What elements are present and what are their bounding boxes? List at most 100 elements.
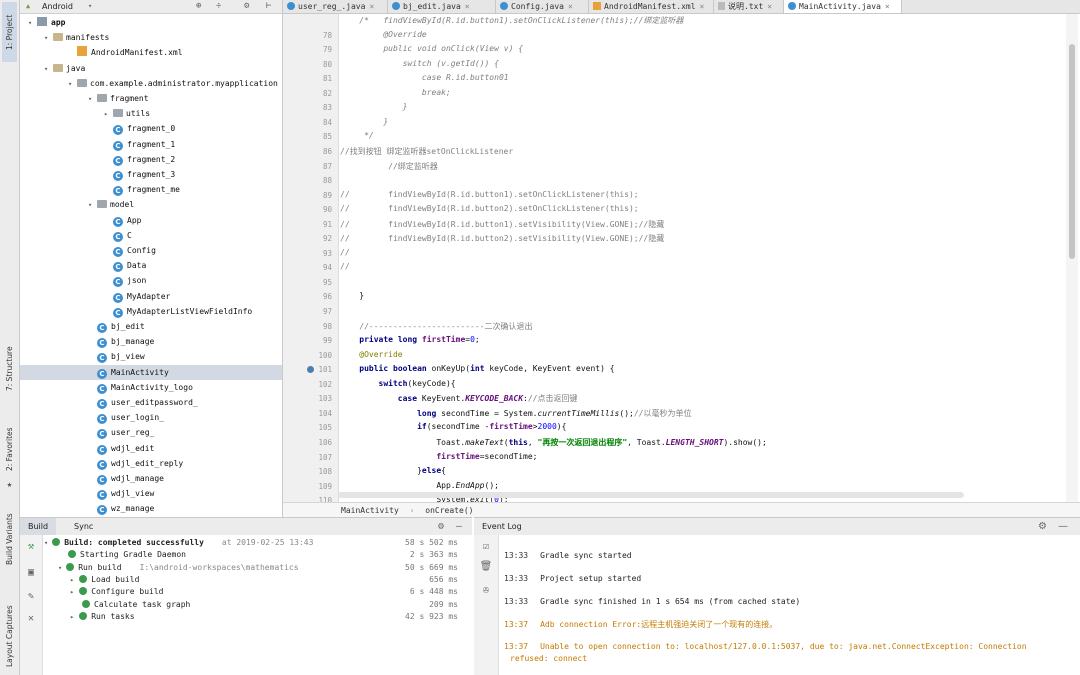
collapse-icon[interactable]: ÷ <box>216 0 221 13</box>
tree-item[interactable]: C Config <box>20 243 156 258</box>
tree-item[interactable]: ▾ model <box>20 197 134 212</box>
code-line[interactable]: public void onClick(View v) { <box>340 44 523 53</box>
code-line[interactable]: // <box>340 248 350 257</box>
code-line[interactable]: long secondTime = System.currentTimeMill… <box>340 408 691 419</box>
code-line[interactable]: Toast.makeText(this, "再按一次返回退出程序", Toast… <box>340 437 767 448</box>
code-line[interactable]: // findViewById(R.id.button1).setVisibil… <box>340 219 664 230</box>
tool-tab-project[interactable]: 1: Project <box>2 2 17 62</box>
tree-item[interactable]: Cbj_view <box>20 349 145 364</box>
tool-tab-build-variants[interactable]: Build Variants <box>2 505 17 573</box>
event-message[interactable]: Unable to open connection to: localhost/… <box>540 642 1026 651</box>
wrench-icon[interactable]: ✇ <box>479 585 493 596</box>
code-line[interactable]: } <box>340 102 408 111</box>
hide-panel-icon[interactable]: ⊢ <box>266 0 271 13</box>
tree-item[interactable]: C MyAdapterListViewFieldInfo <box>20 304 252 319</box>
tree-item[interactable]: Cuser_login_ <box>20 410 164 425</box>
build-row[interactable]: ▾ Build: completed successfully at 2019-02… <box>20 537 472 549</box>
minimize-icon[interactable]: — <box>1058 518 1068 535</box>
code-editor[interactable]: 78 79 80 81 82 83 84 85 86 87 88 89 90 91 92 93 94 95 96 97… <box>283 14 1080 502</box>
view-selector[interactable]: Android <box>42 0 73 13</box>
close-icon[interactable]: × <box>369 2 374 11</box>
sync-target-icon[interactable]: ⊕ <box>196 0 201 13</box>
event-message[interactable]: Adb connection Error:远程主机强迫关闭了一个现有的连接。 <box>540 620 777 629</box>
tree-item[interactable]: C MainActivity_logo <box>20 380 193 395</box>
editor-tab[interactable]: Config.java × <box>496 0 589 13</box>
build-row[interactable]: ▸ Run tasks 42 s 923 ms <box>20 611 472 623</box>
chevron-right-icon[interactable]: ▸ <box>70 588 74 596</box>
code-line[interactable]: /* findViewById(R.id.button1).setOnClick… <box>340 15 683 26</box>
tree-item[interactable]: Cwz_manage <box>20 501 154 516</box>
mark-read-icon[interactable]: ☑ <box>479 541 493 552</box>
tree-item[interactable]: C MyAdapter <box>20 289 170 304</box>
chevron-down-icon[interactable]: ▾ <box>44 31 53 46</box>
tree-item[interactable]: ▸ utils <box>20 106 150 121</box>
chevron-down-icon[interactable]: ▾ <box>68 77 77 92</box>
tree-item[interactable]: Cwdjl_edit <box>20 441 154 456</box>
tree-item[interactable]: Cuser_reg_ <box>20 425 154 440</box>
chevron-down-icon[interactable]: ▾ <box>58 564 62 572</box>
close-icon[interactable]: ✕ <box>24 613 38 624</box>
close-icon[interactable]: × <box>568 2 573 11</box>
minimize-icon[interactable]: — <box>456 518 462 535</box>
code-line[interactable]: private long firstTime=0; <box>340 335 479 344</box>
tree-item[interactable]: Cfragment_3 <box>20 167 175 182</box>
tree-item[interactable]: Cfragment_0 <box>20 121 175 136</box>
tree-item[interactable]: Cjson <box>20 273 146 288</box>
tab-build[interactable]: Build <box>20 518 57 535</box>
code-line[interactable]: // findViewById(R.id.button2).setOnClick… <box>340 204 639 213</box>
code-line[interactable]: break; <box>340 88 451 97</box>
toggle-view-icon[interactable]: ▣ <box>24 567 38 578</box>
tool-tab-favorites[interactable]: 2: Favorites <box>2 420 17 478</box>
build-row[interactable]: ▾ Run build I:\android-workspaces\mathemat… <box>20 562 472 574</box>
chevron-right-icon[interactable]: ▸ <box>70 576 74 584</box>
editor-tab[interactable]: bj_edit.java × <box>388 0 496 13</box>
code-line[interactable]: switch(keyCode){ <box>340 379 456 388</box>
tree-item[interactable]: Cfragment_1 <box>20 137 175 152</box>
code-line[interactable]: } <box>340 117 388 126</box>
code-line[interactable]: public boolean onKeyUp(int keyCode, KeyE… <box>340 364 614 373</box>
tree-item[interactable]: Cfragment_2 <box>20 152 175 167</box>
gear-icon[interactable]: ⚙ <box>1038 518 1047 535</box>
code-line[interactable]: // findViewById(R.id.button2).setVisibil… <box>340 233 664 244</box>
tab-sync[interactable]: Sync <box>66 518 101 535</box>
code-line[interactable]: //绑定监听器 <box>340 161 438 172</box>
editor-tab[interactable]: 说明.txt × <box>714 0 784 13</box>
code-line[interactable]: } <box>340 291 364 300</box>
code-line[interactable]: @Override <box>340 30 426 39</box>
hammer-icon[interactable]: ⚒ <box>24 541 38 552</box>
tool-tab-layout-captures[interactable]: Layout Captures <box>2 600 17 672</box>
code-line[interactable]: App.EndApp(); <box>340 481 499 490</box>
gear-icon[interactable]: ⚙ <box>244 0 249 13</box>
chevron-down-icon[interactable]: ▾ <box>88 0 92 13</box>
build-row[interactable]: ▸ Load build 656 ms <box>20 574 472 586</box>
code-line[interactable]: case R.id.button01 <box>340 73 509 82</box>
editor-vertical-scrollbar[interactable] <box>1066 14 1078 502</box>
close-icon[interactable]: × <box>465 2 470 11</box>
editor-horizontal-scrollbar[interactable] <box>338 492 964 498</box>
tree-item[interactable]: C App <box>20 213 141 228</box>
tree-item[interactable]: ▾ app <box>20 15 65 30</box>
code-line[interactable]: if(secondTime -firstTime>2000){ <box>340 422 566 431</box>
chevron-down-icon[interactable]: ▾ <box>88 92 97 107</box>
tree-item[interactable]: ▾ com.example.administrator.myapplication <box>20 76 278 91</box>
code-line[interactable]: switch (v.getId()) { <box>340 59 499 68</box>
pin-icon[interactable]: ✎ <box>24 591 38 602</box>
breadcrumb-method[interactable]: onCreate() <box>425 506 473 515</box>
close-icon[interactable]: × <box>700 2 705 11</box>
trash-icon[interactable]: 🗑 <box>479 561 493 572</box>
tree-item[interactable]: Cwdjl_edit_reply <box>20 456 183 471</box>
tree-item[interactable]: Cwdjl_view <box>20 486 154 501</box>
close-icon[interactable]: × <box>885 2 890 11</box>
code-line[interactable]: firstTime=secondTime; <box>340 452 537 461</box>
tool-tab-structure[interactable]: 7: Structure <box>2 335 17 403</box>
editor-tab[interactable]: MainActivity.java × <box>784 0 902 13</box>
chevron-down-icon[interactable]: ▾ <box>88 198 97 213</box>
build-row[interactable]: Calculate task graph 209 ms <box>20 599 472 611</box>
tree-item[interactable]: Cfragment_me <box>20 182 180 197</box>
chevron-right-icon[interactable]: ▸ <box>70 613 74 621</box>
gear-icon[interactable]: ⚙ <box>438 518 444 535</box>
tree-item[interactable]: CC <box>20 228 132 243</box>
code-line[interactable]: // findViewById(R.id.button1).setOnClick… <box>340 190 639 199</box>
code-line[interactable]: @Override <box>340 350 402 359</box>
tree-item[interactable]: ▾ manifests <box>20 30 109 45</box>
